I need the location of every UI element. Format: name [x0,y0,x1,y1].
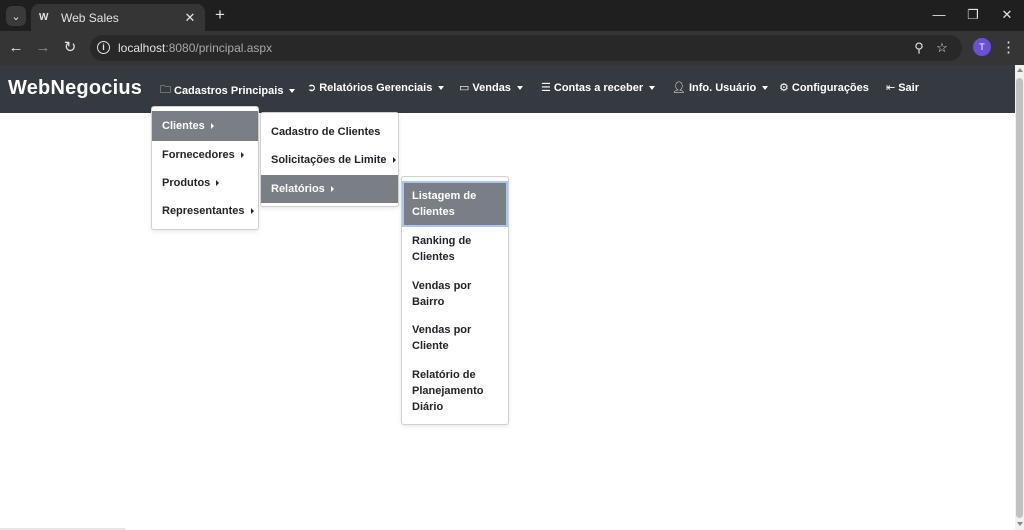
nav-relatorios-gerenciais[interactable]: ➲ Relatórios Gerenciais [307,81,445,94]
nav-vendas[interactable]: ▭ Vendas [459,81,523,94]
tab-search-icon[interactable]: ⌄ [6,6,26,26]
menu-item-relatorio-de-planejamento-diario[interactable]: Relatório de Planejamento Diário [402,363,508,423]
caret-right-icon [392,157,396,163]
caret-down-icon [649,85,656,90]
sign-out-icon: ⇤ [886,82,896,94]
menu-item-label: Clientes [162,120,205,132]
address-bar[interactable]: i localhost:8080/principal.aspx ⚲ ☆ [90,35,962,61]
menu-item-listagem-de-clientes[interactable]: Listagem de Clientes [402,181,508,227]
list-icon: ☰ [541,82,551,94]
nav-label: Configurações [791,81,869,94]
arrow-circle-icon: ➲ [307,82,317,94]
plus-icon[interactable]: + [211,6,229,24]
briefcase-icon: ▭ [459,82,470,94]
restore-icon[interactable]: ❐ [962,5,984,25]
caret-right-icon [210,123,214,129]
caret-right-icon [216,180,220,186]
nav-configuracoes[interactable]: ⚙ Configurações [779,81,869,95]
nav-label: Vendas [472,81,511,94]
url-text[interactable]: localhost:8080/principal.aspx [118,41,272,55]
close-icon[interactable]: ✕ [183,10,197,26]
menu-item-label: Fornecedores [162,149,235,161]
nav-label: Sair [898,81,920,94]
menu-item-label: Solicitações de Limite [271,154,387,166]
folder-icon: 🗀 [160,84,171,96]
caret-down-icon [762,85,769,90]
nav-label: Info. Usuário [688,81,757,94]
menu-item-relatorios[interactable]: Relatórios [261,175,398,203]
favicon-icon: W [39,12,49,23]
close-window-icon[interactable]: ✕ [996,5,1018,25]
browser-tab[interactable]: W Web Sales ✕ [31,4,205,31]
nav-label: Relatórios Gerenciais [319,81,433,94]
minimize-icon[interactable]: — [928,5,950,25]
menu-item-label: Produtos [162,177,211,189]
menu-icon[interactable]: ⋮ [1001,38,1016,58]
caret-down-icon [516,85,523,90]
dropdown-relatorios: Listagem de Clientes Ranking de Clientes… [401,176,509,425]
menu-item-cadastro-de-clientes[interactable]: Cadastro de Clientes [261,117,398,147]
menu-item-vendas-por-cliente[interactable]: Vendas por Cliente [402,318,508,362]
caret-right-icon [240,152,244,158]
nav-info-usuario[interactable]: 👤︎ Info. Usuário [672,81,769,94]
caret-down-icon [289,88,296,93]
url-path: :8080/principal.aspx [165,41,273,55]
reload-icon[interactable]: ↻ [60,38,80,58]
menu-item-clientes[interactable]: Clientes [152,111,258,141]
scroll-down-arrow-icon[interactable] [1017,522,1023,526]
page-content: WebNegocius 🗀 Cadastros Principais ➲ Rel… [0,65,1015,530]
back-icon[interactable]: ← [6,38,26,58]
profile-avatar[interactable]: T [973,38,991,56]
gear-icon: ⚙ [779,82,789,94]
forward-icon[interactable]: → [33,38,53,58]
menu-item-fornecedores[interactable]: Fornecedores [152,141,258,169]
caret-down-icon [438,85,445,90]
user-icon: 👤︎ [672,82,686,94]
menu-item-label: Relatórios [271,183,325,195]
menu-item-solicitacoes-de-limite[interactable]: Solicitações de Limite [261,147,398,173]
dropdown-clientes: Cadastro de Clientes Solicitações de Lim… [260,112,399,207]
star-icon[interactable]: ☆ [933,39,951,57]
nav-label: Contas a receber [553,81,644,94]
nav-label: Cadastros Principais [174,84,284,97]
info-icon[interactable]: i [97,41,110,54]
menu-item-vendas-por-bairro[interactable]: Vendas por Bairro [402,274,508,318]
scroll-up-arrow-icon[interactable] [1017,68,1023,72]
caret-right-icon [330,186,334,192]
menu-item-label: Representantes [162,205,245,217]
scrollbar-thumb[interactable] [1016,78,1023,518]
url-host: localhost [118,41,166,55]
menu-item-label: Cadastro de Clientes [271,126,381,138]
menu-item-representantes[interactable]: Representantes [152,197,258,225]
zoom-icon[interactable]: ⚲ [910,39,928,57]
browser-tab-strip: ⌄ W Web Sales ✕ + — ❐ ✕ [0,0,1024,31]
browser-toolbar: ← → ↻ i localhost:8080/principal.aspx ⚲ … [0,31,1024,65]
dropdown-cadastros: Clientes Fornecedores Produtos Represent… [151,106,259,230]
menu-item-ranking-de-clientes[interactable]: Ranking de Clientes [402,229,508,273]
caret-right-icon [250,208,254,214]
nav-contas-a-receber[interactable]: ☰ Contas a receber [541,81,656,94]
menu-item-produtos[interactable]: Produtos [152,169,258,197]
tab-title: Web Sales [61,10,119,25]
brand-logo[interactable]: WebNegocius [8,77,142,100]
nav-cadastros-principais[interactable]: 🗀 Cadastros Principais [160,81,296,100]
nav-sair[interactable]: ⇤ Sair [886,81,920,95]
